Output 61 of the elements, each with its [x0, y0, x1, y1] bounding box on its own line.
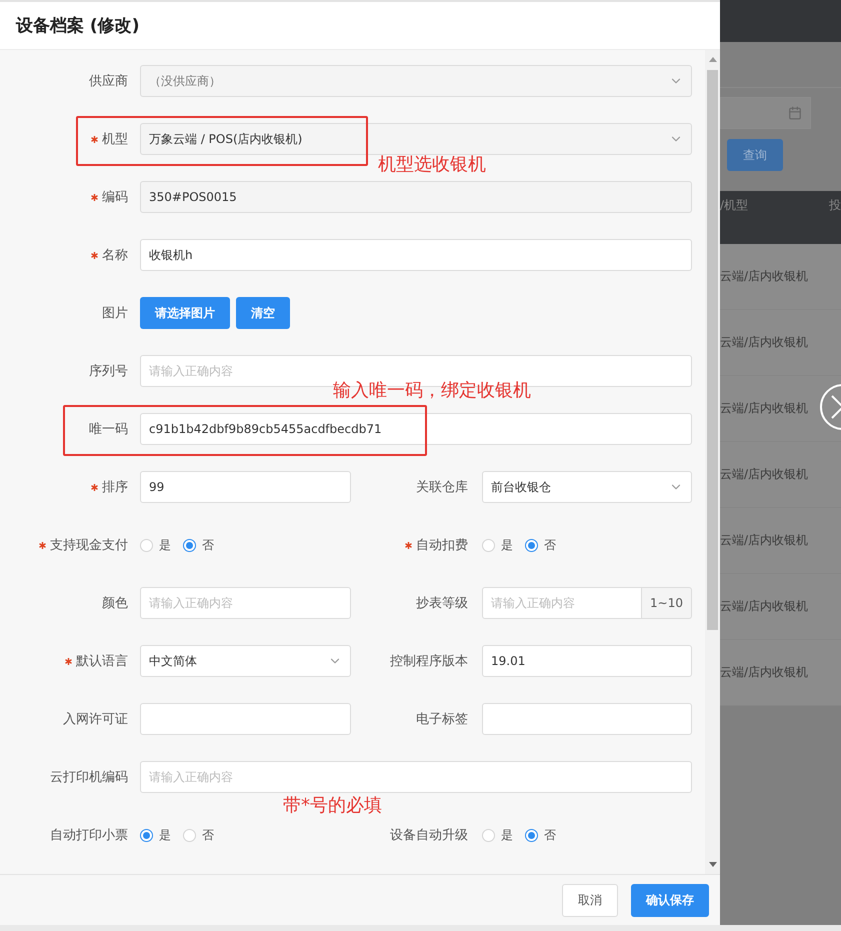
column-header: 投	[829, 197, 841, 214]
column-header: /机型	[720, 197, 748, 214]
field-label: 默认语言	[76, 653, 128, 670]
field-label: 序列号	[89, 363, 128, 380]
field-label: 唯一码	[89, 421, 128, 438]
input-field[interactable]	[482, 703, 692, 735]
input-field[interactable]: 350#POS0015	[140, 181, 692, 213]
field-label: 入网许可证	[63, 711, 128, 728]
scroll-up-icon[interactable]	[708, 56, 716, 62]
calendar-icon	[788, 106, 802, 120]
field-label: 图片	[102, 305, 128, 322]
date-field[interactable]	[720, 97, 811, 129]
field-label: 关联仓库	[416, 479, 468, 496]
radio-label: 是	[159, 536, 171, 554]
radio-label: 否	[202, 536, 214, 554]
table-cell: 云端/店内收银机	[720, 598, 808, 615]
radio-button[interactable]	[140, 828, 153, 842]
input-field[interactable]: 99	[140, 471, 351, 503]
scrollbar[interactable]	[705, 50, 720, 874]
field-label: 云打印机编码	[50, 769, 128, 786]
field-label: 机型	[102, 131, 128, 148]
radio-label: 是	[159, 826, 171, 844]
field-label: 控制程序版本	[390, 653, 468, 670]
field-label: 排序	[102, 479, 128, 496]
table-cell: 云端/店内收银机	[720, 334, 808, 351]
field-label: 颜色	[102, 595, 128, 612]
radio-label: 是	[501, 826, 513, 844]
table-cell: 云端/店内收银机	[720, 532, 808, 549]
table-cell: 云端/店内收银机	[720, 268, 808, 285]
field-label: 支持现金支付	[50, 537, 128, 554]
table-cell: 云端/店内收银机	[720, 400, 808, 417]
radio-button[interactable]	[525, 828, 538, 842]
annotation-note: 带*号的必填	[283, 794, 382, 817]
range-addon: 1~10	[642, 587, 692, 619]
annotation-note: 机型选收银机	[378, 153, 486, 176]
dialog-title: 设备档案 (修改)	[16, 15, 140, 37]
radio-button[interactable]	[525, 538, 538, 552]
radio-label: 是	[501, 536, 513, 554]
select-field[interactable]: 万象云端 / POS(店内收银机)	[140, 123, 692, 155]
scroll-down-icon[interactable]	[708, 862, 716, 868]
field-label: 设备自动升级	[390, 827, 468, 844]
select-field[interactable]: 中文简体	[140, 645, 351, 677]
input-field[interactable]	[140, 703, 351, 735]
radio-label: 否	[544, 826, 556, 844]
field-label: 编码	[102, 189, 128, 206]
select-field[interactable]: 前台收银仓	[482, 471, 692, 503]
cancel-button[interactable]: 取消	[562, 884, 618, 916]
input-field[interactable]: 收银机h	[140, 239, 692, 271]
table-cell: 云端/店内收银机	[720, 664, 808, 681]
radio-button[interactable]	[183, 538, 196, 552]
field-label: 自动打印小票	[50, 827, 128, 844]
field-label: 自动扣费	[416, 537, 468, 554]
radio-label: 否	[202, 826, 214, 844]
field-label: 名称	[102, 247, 128, 264]
input-field[interactable]: 19.01	[482, 645, 692, 677]
table-cell: 云端/店内收银机	[720, 466, 808, 483]
field-label: 供应商	[89, 73, 128, 90]
input-field[interactable]: c91b1b42dbf9b89cb5455acdfbecdb71	[140, 413, 692, 445]
field-label: 电子标签	[416, 711, 468, 728]
field-label: 抄表等级	[416, 595, 468, 612]
radio-label: 否	[544, 536, 556, 554]
